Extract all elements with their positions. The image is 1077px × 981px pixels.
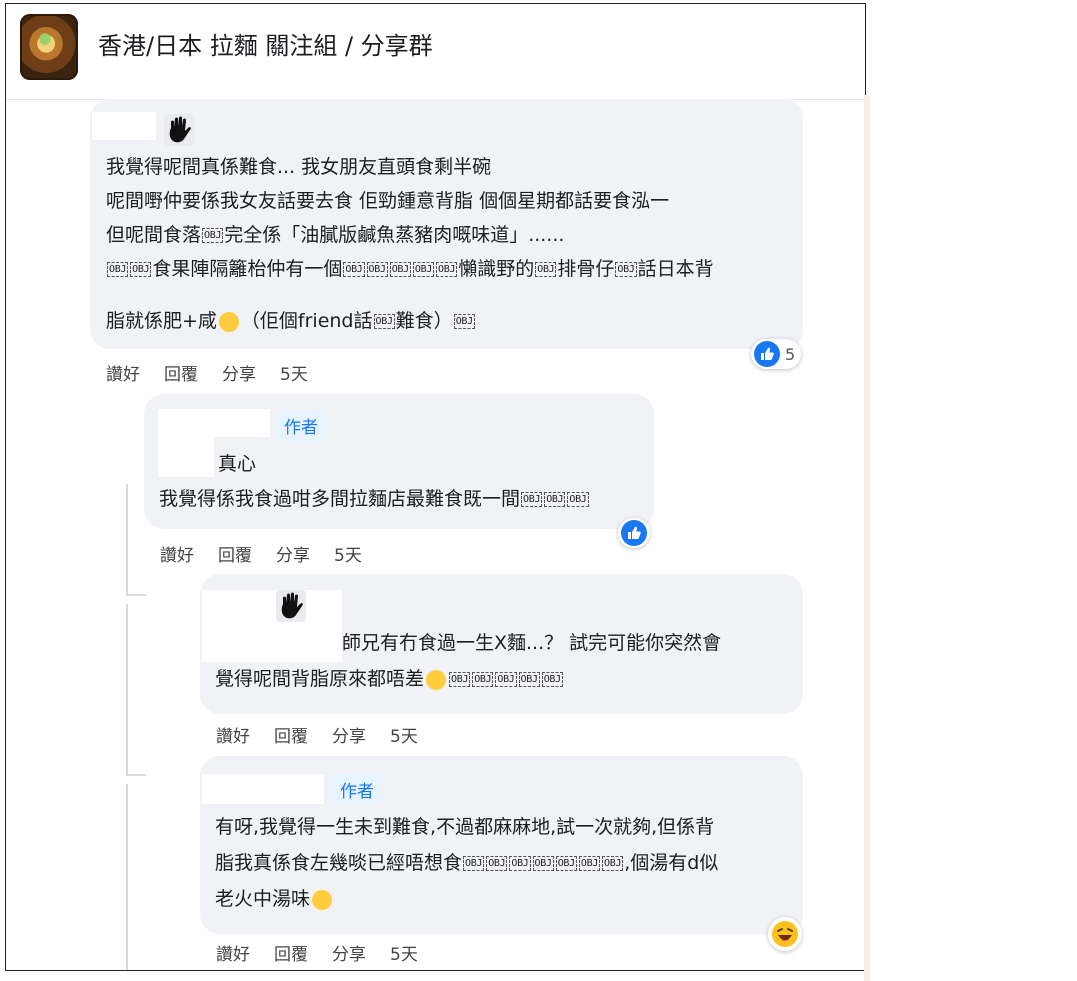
obj-glyph: OBJ (412, 262, 435, 277)
reaction-summary[interactable] (768, 917, 802, 951)
obj-glyph: OBJ (373, 314, 395, 329)
obj-glyph: OBJ (389, 262, 411, 277)
thread-line (126, 784, 128, 970)
crying-laughing-face-icon (426, 669, 447, 690)
comment-actions: 讚好 回覆 分享 5天 (160, 541, 386, 566)
obj-glyph: OBJ (366, 262, 388, 277)
thread-line (126, 604, 128, 774)
like-button[interactable]: 讚好 (216, 945, 250, 965)
reply-button[interactable]: 回覆 (164, 365, 198, 385)
timestamp[interactable]: 5天 (390, 727, 418, 747)
obj-glyph: OBJ (436, 262, 458, 277)
comment-line: 師兄有冇食過一生X麵...？ 試完可能你突然會 (342, 632, 722, 654)
obj-glyph: OBJ (578, 856, 601, 871)
reaction-summary[interactable]: 5 (751, 339, 802, 369)
redacted-name (158, 437, 214, 477)
thumbs-up-icon (754, 341, 780, 367)
reply-button[interactable]: 回覆 (218, 546, 252, 566)
group-avatar[interactable] (20, 14, 78, 80)
comment-actions: 讚好 回覆 分享 5天 (216, 722, 442, 747)
thread-line (126, 774, 146, 776)
reaction-summary[interactable] (618, 518, 650, 548)
comment-line: 但呢間食落 OBJ 完全係「油膩版鹹魚蒸豬肉嘅味道」...... (106, 224, 565, 246)
obj-glyph: OBJ (107, 262, 129, 277)
like-button[interactable]: 讚好 (216, 727, 250, 747)
timestamp[interactable]: 5天 (334, 546, 362, 566)
author-badge: 作者 (276, 410, 326, 441)
obj-glyph: OBJ (602, 856, 624, 871)
obj-glyph: OBJ (343, 262, 365, 277)
comment-line: 真心 (218, 453, 257, 475)
obj-glyph: OBJ (567, 492, 589, 507)
reaction-count: 5 (785, 344, 796, 364)
redacted-name (202, 774, 324, 804)
redacted-name (202, 590, 342, 662)
laughing-face-icon (772, 921, 798, 947)
obj-glyph: OBJ (453, 314, 475, 329)
comment-actions: 讚好 回覆 分享 5天 (216, 940, 442, 965)
comment-line: 我覺得係我食過咁多間拉麵店最難食既一間 OBJ OBJ OBJ (159, 488, 589, 510)
comment-line: 我覺得呢間真係難食... 我女朋友直頭食剩半碗 (106, 156, 492, 178)
waving-hand-icon (164, 114, 194, 146)
share-button[interactable]: 分享 (332, 727, 366, 747)
obj-glyph: OBJ (518, 672, 540, 687)
comment-line: 覺得呢間背脂原來都唔差 OBJ OBJ OBJ OBJ OBJ (215, 668, 563, 690)
comment-line: 呢間嘢仲要係我女友話要去食 佢勁鍾意背脂 個個星期都話要食泓一 (106, 190, 670, 212)
group-title[interactable]: 香港/日本 拉麵 關注組 / 分享群 (98, 26, 433, 61)
reply-button[interactable]: 回覆 (274, 945, 308, 965)
like-button[interactable]: 讚好 (106, 365, 140, 385)
comment-line: OBJ OBJ 食果陣隔籬枱仲有一個 OBJ OBJ OBJ OBJ OBJ 懶識野的 OBJ 排骨… (107, 258, 714, 280)
obj-glyph: OBJ (130, 262, 152, 277)
page-edge (864, 95, 870, 981)
reply-button[interactable]: 回覆 (274, 727, 308, 747)
thread-line (126, 594, 146, 596)
obj-glyph: OBJ (495, 672, 517, 687)
timestamp[interactable]: 5天 (280, 365, 308, 385)
obj-glyph: OBJ (509, 856, 531, 871)
obj-glyph: OBJ (541, 672, 563, 687)
comment-line: 脂就係肥+咸 （佢個friend話 OBJ 難食） OBJ (106, 310, 475, 332)
waving-hand-icon (276, 590, 306, 622)
timestamp[interactable]: 5天 (390, 945, 418, 965)
share-button[interactable]: 分享 (276, 546, 310, 566)
obj-glyph: OBJ (472, 672, 494, 687)
obj-glyph: OBJ (544, 492, 566, 507)
comment-line: 老火中湯味 (215, 882, 334, 916)
obj-glyph: OBJ (202, 228, 224, 243)
rolling-laughing-face-icon (312, 889, 333, 910)
thumbs-up-icon (621, 520, 647, 546)
share-button[interactable]: 分享 (332, 945, 366, 965)
thread-line (126, 484, 128, 594)
like-button[interactable]: 讚好 (160, 546, 194, 566)
obj-glyph: OBJ (615, 262, 637, 277)
obj-glyph: OBJ (486, 856, 508, 871)
comment-line: 脂我真係食左幾啖已經唔想食 OBJ OBJ OBJ OBJ OBJ OBJ OBJ ,個湯有d似 (215, 852, 719, 874)
obj-glyph: OBJ (535, 262, 557, 277)
wry-face-icon (218, 311, 239, 332)
comment-actions: 讚好 回覆 分享 5天 (106, 360, 332, 385)
obj-glyph: OBJ (463, 856, 485, 871)
share-button[interactable]: 分享 (222, 365, 256, 385)
group-header: 香港/日本 拉麵 關注組 / 分享群 (6, 4, 865, 100)
obj-glyph: OBJ (449, 672, 471, 687)
redacted-name (158, 409, 270, 437)
post-frame: 香港/日本 拉麵 關注組 / 分享群 我覺得呢間真係難食... 我女朋友直頭食剩… (5, 3, 866, 971)
obj-glyph: OBJ (532, 856, 554, 871)
redacted-name (92, 112, 156, 140)
author-badge: 作者 (332, 774, 382, 805)
comment-line: 有呀,我覺得一生未到難食,不過都麻麻地,試一次就夠,但係背 (215, 816, 715, 838)
obj-glyph: OBJ (521, 492, 543, 507)
obj-glyph: OBJ (555, 856, 577, 871)
